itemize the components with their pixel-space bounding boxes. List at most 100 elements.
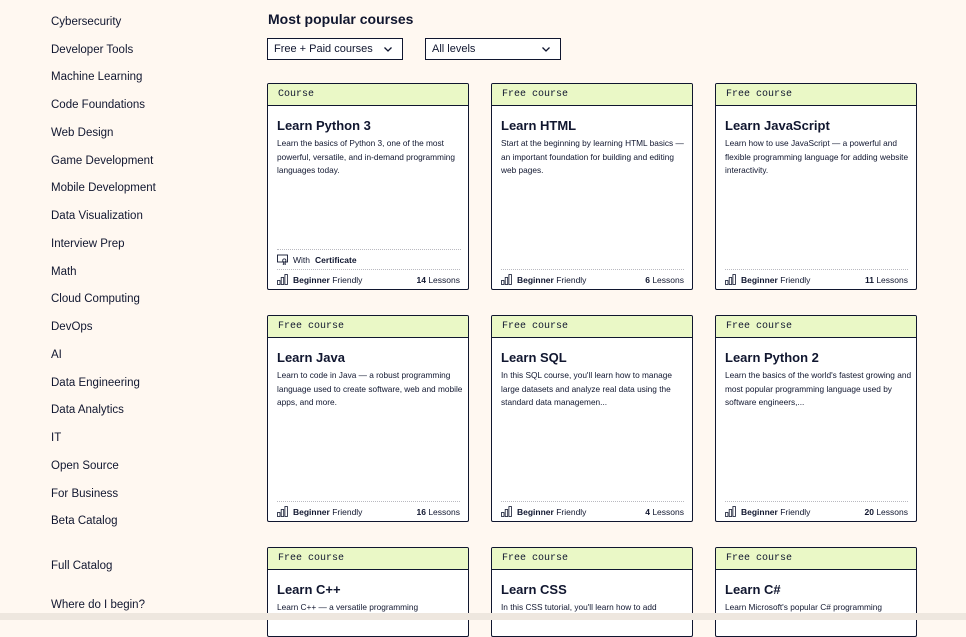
course-title: Learn C++ (277, 582, 341, 597)
course-type-label: Course (268, 84, 468, 106)
course-description: Learn the basics of the world's fastest … (725, 370, 912, 407)
course-title: Learn Python 2 (725, 350, 819, 365)
sidebar-item-data-visualization[interactable]: Data Visualization (51, 210, 143, 222)
lesson-label: Lessons (873, 274, 908, 285)
course-type-label: Free course (492, 316, 692, 338)
course-card-java[interactable]: Free course Learn Java Learn to code in … (267, 315, 469, 522)
sidebar-item-web-design[interactable]: Web Design (51, 127, 113, 139)
sidebar-item-interview-prep[interactable]: Interview Prep (51, 238, 125, 250)
sidebar-item-open-source[interactable]: Open Source (51, 460, 119, 472)
course-description: In this SQL course, you'll learn how to … (501, 370, 672, 407)
sidebar-item-math[interactable]: Math (51, 266, 77, 278)
price-filter-select[interactable]: Free + Paid courses (267, 38, 403, 60)
course-type-label: Free course (716, 316, 916, 338)
price-filter-value: Free + Paid courses (274, 43, 373, 55)
difficulty-label: Beginner (741, 274, 778, 285)
course-title: Learn C# (725, 582, 781, 597)
course-description: Learn how to use JavaScript — a powerful… (725, 138, 909, 175)
course-description: Learn the basics of Python 3, one of the… (277, 138, 456, 175)
course-card-cpp[interactable]: Free course Learn C++ Learn C++ — a vers… (267, 547, 469, 637)
course-meta: Beginner Friendly 16 Lessons (277, 501, 460, 517)
course-title: Learn HTML (501, 118, 577, 133)
difficulty-label: Beginner (293, 506, 330, 517)
difficulty-suffix: Friendly (777, 274, 811, 285)
course-type-label: Free course (716, 84, 916, 106)
lesson-count: 14 (416, 274, 426, 285)
difficulty-suffix: Friendly (553, 506, 587, 517)
course-title: Learn SQL (501, 350, 567, 365)
sidebar-item-ai[interactable]: AI (51, 349, 62, 361)
sidebar-item-game-development[interactable]: Game Development (51, 155, 153, 167)
course-meta: Beginner Friendly 4 Lessons (501, 501, 684, 517)
lesson-label: Lessons (425, 274, 460, 285)
difficulty-suffix: Friendly (777, 506, 811, 517)
where-do-i-begin-link[interactable]: Where do I begin? (51, 599, 145, 611)
course-card-javascript[interactable]: Free course Learn JavaScript Learn how t… (715, 83, 917, 290)
course-title: Learn Java (277, 350, 345, 365)
sidebar-item-for-business[interactable]: For Business (51, 488, 118, 500)
bar-chart-icon (277, 506, 288, 517)
chevron-down-icon (384, 47, 392, 52)
lesson-label: Lessons (649, 506, 684, 517)
sidebar-item-cloud-computing[interactable]: Cloud Computing (51, 293, 140, 305)
course-type-label: Free course (492, 548, 692, 570)
course-meta: Beginner Friendly 6 Lessons (501, 269, 684, 285)
lesson-label: Lessons (649, 274, 684, 285)
course-card-python-2[interactable]: Free course Learn Python 2 Learn the bas… (715, 315, 917, 522)
course-meta: Beginner Friendly 11 Lessons (725, 269, 908, 285)
lesson-label: Lessons (873, 506, 908, 517)
certificate-prefix: With (293, 254, 310, 265)
difficulty-label: Beginner (293, 274, 330, 285)
course-description: Learn to code in Java — a robust program… (277, 370, 463, 407)
course-type-label: Free course (268, 316, 468, 338)
page-title: Most popular courses (268, 11, 414, 27)
course-card-csharp[interactable]: Free course Learn C# Learn Microsoft's p… (715, 547, 917, 637)
category-sidebar: Cybersecurity Developer Tools Machine Le… (0, 0, 240, 620)
level-filter-value: All levels (432, 43, 476, 55)
lesson-count: 11 (864, 274, 874, 285)
sidebar-item-data-analytics[interactable]: Data Analytics (51, 404, 124, 416)
certificate-row: With Certificate (277, 249, 461, 265)
course-meta: Beginner Friendly 20 Lessons (725, 501, 908, 517)
course-title: Learn CSS (501, 582, 567, 597)
lesson-count: 20 (864, 506, 874, 517)
bar-chart-icon (725, 274, 736, 285)
sidebar-item-code-foundations[interactable]: Code Foundations (51, 99, 145, 111)
course-card-html[interactable]: Free course Learn HTML Start at the begi… (491, 83, 693, 290)
sidebar-item-machine-learning[interactable]: Machine Learning (51, 71, 142, 83)
difficulty-label: Beginner (517, 506, 554, 517)
lesson-label: Lessons (425, 506, 460, 517)
difficulty-label: Beginner (517, 274, 554, 285)
course-card-python-3[interactable]: Course Learn Python 3 Learn the basics o… (267, 83, 469, 290)
course-meta: Beginner Friendly 14 Lessons (277, 269, 460, 285)
course-title: Learn JavaScript (725, 118, 830, 133)
lesson-count: 16 (416, 506, 426, 517)
sidebar-item-it[interactable]: IT (51, 432, 61, 444)
course-description: Start at the beginning by learning HTML … (501, 138, 684, 175)
sidebar-item-cybersecurity[interactable]: Cybersecurity (51, 16, 121, 28)
bar-chart-icon (725, 506, 736, 517)
difficulty-suffix: Friendly (329, 506, 363, 517)
course-card-css[interactable]: Free course Learn CSS In this CSS tutori… (491, 547, 693, 637)
sidebar-item-mobile-development[interactable]: Mobile Development (51, 182, 156, 194)
course-card-sql[interactable]: Free course Learn SQL In this SQL course… (491, 315, 693, 522)
horizontal-scrollbar[interactable] (0, 613, 966, 620)
course-type-label: Free course (716, 548, 916, 570)
bar-chart-icon (501, 274, 512, 285)
sidebar-item-data-engineering[interactable]: Data Engineering (51, 377, 140, 389)
sidebar-item-devops[interactable]: DevOps (51, 321, 93, 333)
certificate-label: Certificate (315, 254, 357, 265)
chevron-down-icon (542, 47, 550, 52)
course-type-label: Free course (268, 548, 468, 570)
difficulty-suffix: Friendly (329, 274, 363, 285)
bar-chart-icon (501, 506, 512, 517)
full-catalog-link[interactable]: Full Catalog (51, 560, 112, 572)
difficulty-label: Beginner (741, 506, 778, 517)
course-title: Learn Python 3 (277, 118, 371, 133)
level-filter-select[interactable]: All levels (425, 38, 561, 60)
course-type-label: Free course (492, 84, 692, 106)
sidebar-item-developer-tools[interactable]: Developer Tools (51, 44, 133, 56)
bar-chart-icon (277, 274, 288, 285)
certificate-icon (277, 254, 288, 265)
sidebar-item-beta-catalog[interactable]: Beta Catalog (51, 515, 118, 527)
